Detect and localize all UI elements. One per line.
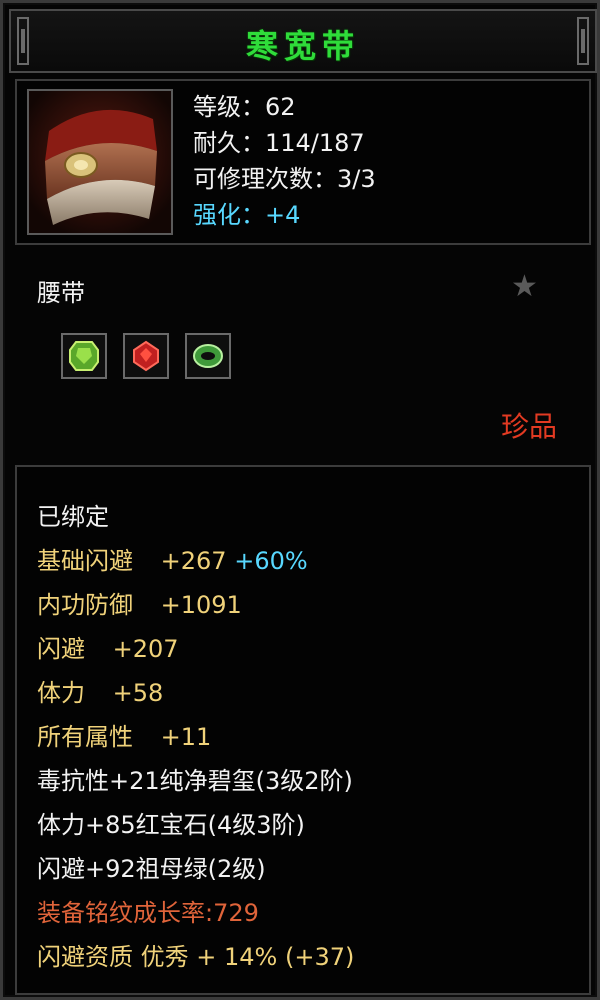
red-gem-icon [133, 340, 159, 372]
attr-bonus: +60% [234, 547, 308, 575]
inscription-growth-rate: 装备铭纹成长率:729 [37, 899, 259, 927]
belt-item-icon [27, 89, 173, 235]
gem-bonus-line: 体力+85红宝石(4级3阶) [37, 811, 305, 839]
item-tooltip: 寒宽带 等级：62 耐久：114/187 可修理次数：3/3 强化：+4 腰带 … [0, 0, 600, 1000]
item-rarity: 珍品 [500, 410, 557, 443]
favorite-star-icon[interactable]: ★ [511, 269, 538, 304]
gem-bonus-line: 闪避+92祖母绿(2级) [37, 855, 266, 883]
attr-value: +1091 [160, 591, 242, 619]
item-durability: 耐久：114/187 [193, 129, 365, 157]
attr-inner-defense: 内功防御 +1091 [37, 585, 242, 620]
attr-value: +11 [160, 723, 212, 751]
jade-ring-icon [193, 344, 223, 368]
attr-value: +58 [112, 679, 164, 707]
item-name: 寒宽带 [245, 27, 360, 65]
gem-socket-jade[interactable] [185, 333, 231, 379]
attr-label: 内功防御 [37, 591, 133, 619]
item-category-section: 腰带 ★ 珍品 [15, 253, 591, 453]
gem-bonus-line: 毒抗性+21纯净碧玺(3级2阶) [37, 767, 353, 795]
attr-all-attributes: 所有属性 +11 [37, 717, 211, 752]
gem-socket-green[interactable] [61, 333, 107, 379]
attr-dodge: 闪避 +207 [37, 629, 179, 664]
item-stats: 等级：62 耐久：114/187 可修理次数：3/3 强化：+4 [193, 89, 376, 233]
item-repair-count: 可修理次数：3/3 [193, 165, 376, 193]
attr-value: +267 [160, 547, 227, 575]
gem-socket-red[interactable] [123, 333, 169, 379]
item-attributes: 已绑定 基础闪避 +267 +60% 内功防御 +1091 闪避 +207 体力… [15, 465, 591, 995]
dodge-aptitude: 闪避资质 优秀 + 14% (+37) [37, 943, 355, 971]
attr-label: 闪避 [37, 635, 85, 663]
attr-label: 体力 [37, 679, 85, 707]
attr-label: 所有属性 [37, 723, 133, 751]
title-bar: 寒宽带 [9, 9, 597, 73]
green-gem-icon [69, 341, 99, 371]
item-category: 腰带 [37, 279, 85, 307]
attr-stamina: 体力 +58 [37, 673, 163, 708]
item-level: 等级：62 [193, 93, 296, 121]
item-enhancement: 强化：+4 [193, 201, 301, 229]
attr-base-dodge: 基础闪避 +267 +60% [37, 541, 308, 576]
attr-value: +207 [112, 635, 179, 663]
attr-label: 基础闪避 [37, 547, 133, 575]
item-header: 等级：62 耐久：114/187 可修理次数：3/3 强化：+4 [15, 79, 591, 245]
bound-status: 已绑定 [37, 503, 109, 531]
